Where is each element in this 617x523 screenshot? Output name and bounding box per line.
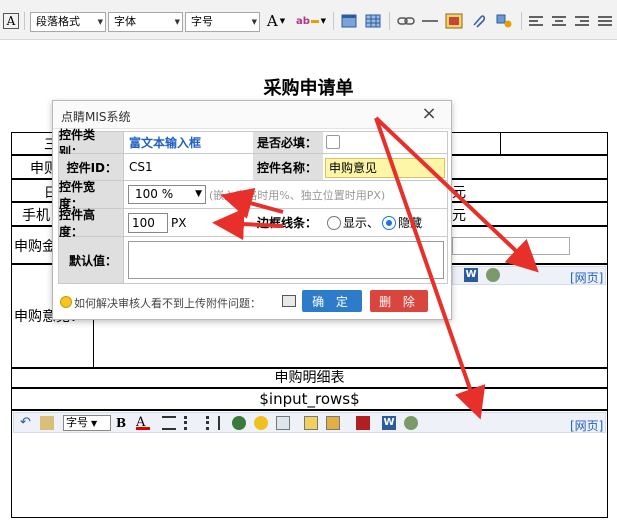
arrow-to-height xyxy=(212,208,284,241)
annotation-arrows xyxy=(212,116,539,420)
arrow-to-width xyxy=(220,187,284,219)
arrow-to-detail-editor xyxy=(374,117,486,420)
arrow-to-web-link xyxy=(374,116,539,273)
